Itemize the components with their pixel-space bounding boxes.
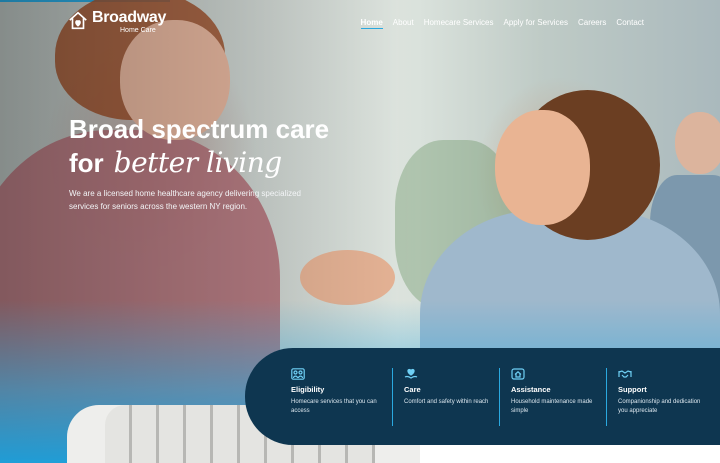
- home-icon: [511, 368, 525, 380]
- people-icon: [291, 368, 305, 380]
- feature-title: Eligibility: [291, 385, 325, 394]
- nav-home[interactable]: Home: [360, 18, 383, 29]
- nav-contact[interactable]: Contact: [616, 18, 644, 29]
- feature-title: Care: [404, 385, 421, 394]
- section-divider: [420, 445, 720, 463]
- feature-title: Assistance: [511, 385, 551, 394]
- feature-description: Household maintenance made simple: [511, 399, 593, 414]
- feature-assistance[interactable]: Assistance Household maintenance made si…: [499, 368, 612, 445]
- nav-careers[interactable]: Careers: [578, 18, 606, 29]
- features-panel: Eligibility Homecare services that you c…: [245, 348, 720, 445]
- feature-description: Homecare services that you can access: [291, 399, 377, 414]
- feature-support[interactable]: Support Companionship and dedication you…: [606, 368, 719, 445]
- senior-man-head: [675, 112, 720, 174]
- brand-name: Broadway: [92, 9, 167, 26]
- handshake-icon: [618, 368, 632, 380]
- feature-title: Support: [618, 385, 647, 394]
- feature-description: Comfort and safety within reach: [404, 399, 489, 405]
- brand-logo[interactable]: Broadway Home Care: [67, 10, 166, 34]
- nurse-face: [495, 110, 590, 225]
- headline-for: for: [69, 148, 104, 178]
- house-heart-logo-icon: [69, 11, 87, 30]
- hero-headline: Broad spectrum care for better living: [69, 112, 329, 180]
- headline-line-2: for better living: [69, 146, 329, 180]
- nav-homecare-services[interactable]: Homecare Services: [424, 18, 494, 29]
- nav-about[interactable]: About: [393, 18, 414, 29]
- main-nav: Home About Homecare Services Apply for S…: [360, 18, 644, 29]
- headline-line-1: Broad spectrum care: [69, 114, 330, 144]
- headline-script-text: better living: [113, 146, 283, 179]
- feature-eligibility[interactable]: Eligibility Homecare services that you c…: [291, 368, 398, 445]
- nav-apply-for-services[interactable]: Apply for Services: [504, 18, 568, 29]
- hero-subtext: We are a licensed home healthcare agency…: [69, 189, 301, 211]
- feature-care[interactable]: Care Comfort and safety within reach: [392, 368, 505, 445]
- brand-tagline: Home Care: [120, 27, 156, 34]
- heart-hand-icon: [404, 368, 418, 380]
- feature-description: Companionship and dedication you appreci…: [618, 399, 701, 414]
